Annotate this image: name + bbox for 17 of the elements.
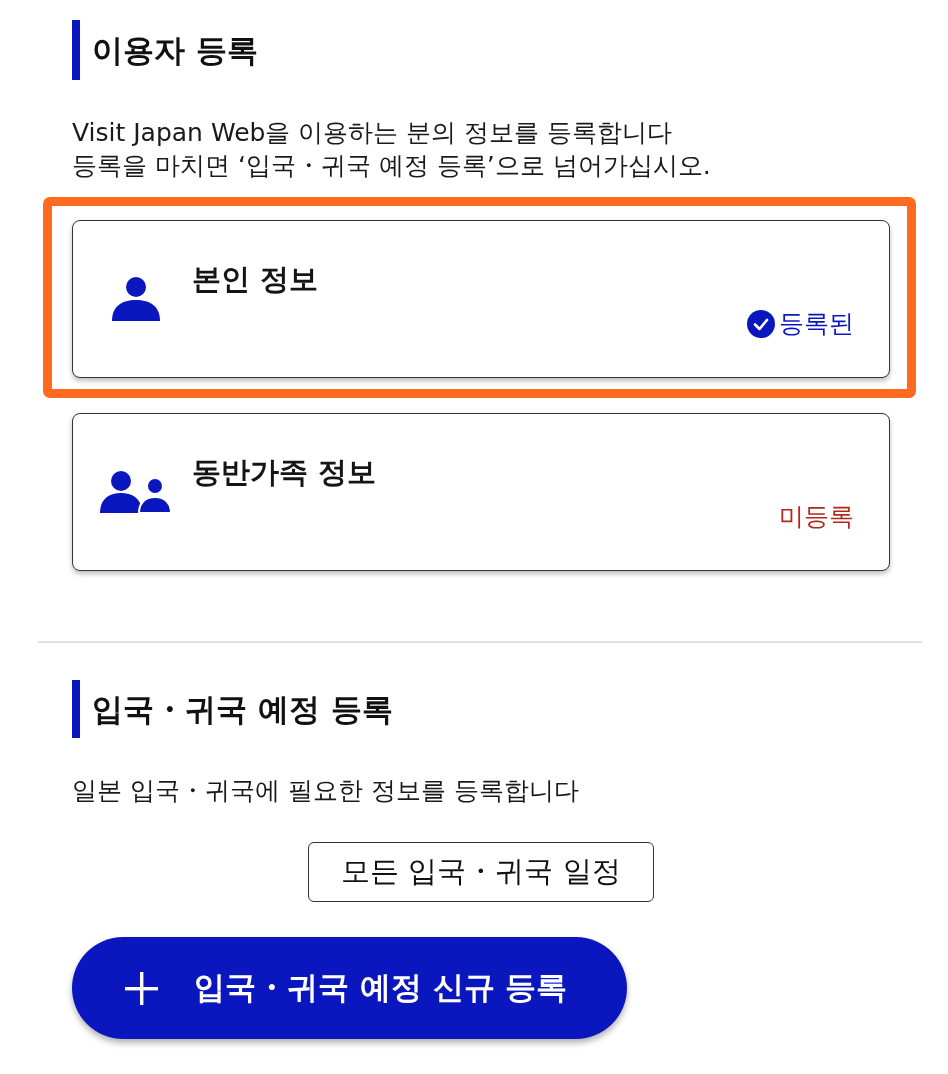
status-label: 등록된 (779, 309, 854, 339)
section-heading: 이용자 등록 (72, 20, 258, 80)
check-circle-icon (747, 310, 775, 338)
description-text: Visit Japan Web을 이용하는 분의 정보를 등록합니다 (72, 117, 673, 149)
people-icon (100, 471, 172, 513)
description-text: 일본 입국・귀국에 필요한 정보를 등록합니다 (72, 775, 579, 807)
registration-card[interactable]: 본인 정보 등록된 (72, 220, 890, 378)
registration-card[interactable]: 동반가족 정보 미등록 (72, 413, 890, 571)
plus-icon (125, 971, 158, 1005)
person-icon (112, 277, 160, 321)
status-label: 미등록 (779, 502, 854, 532)
schedule-list-button[interactable]: 모든 입국・귀국 일정 (308, 842, 654, 902)
section-heading: 입국・귀국 예정 등록 (72, 680, 393, 738)
new-registration-button[interactable]: 입국・귀국 예정 신규 등록 (72, 937, 628, 1039)
card-title: 본인 정보 (192, 261, 319, 298)
description-text: 등록을 마치면 ‘입국・귀국 예정 등록’으로 넘어가십시오. (72, 150, 711, 182)
card-title: 동반가족 정보 (192, 454, 377, 491)
